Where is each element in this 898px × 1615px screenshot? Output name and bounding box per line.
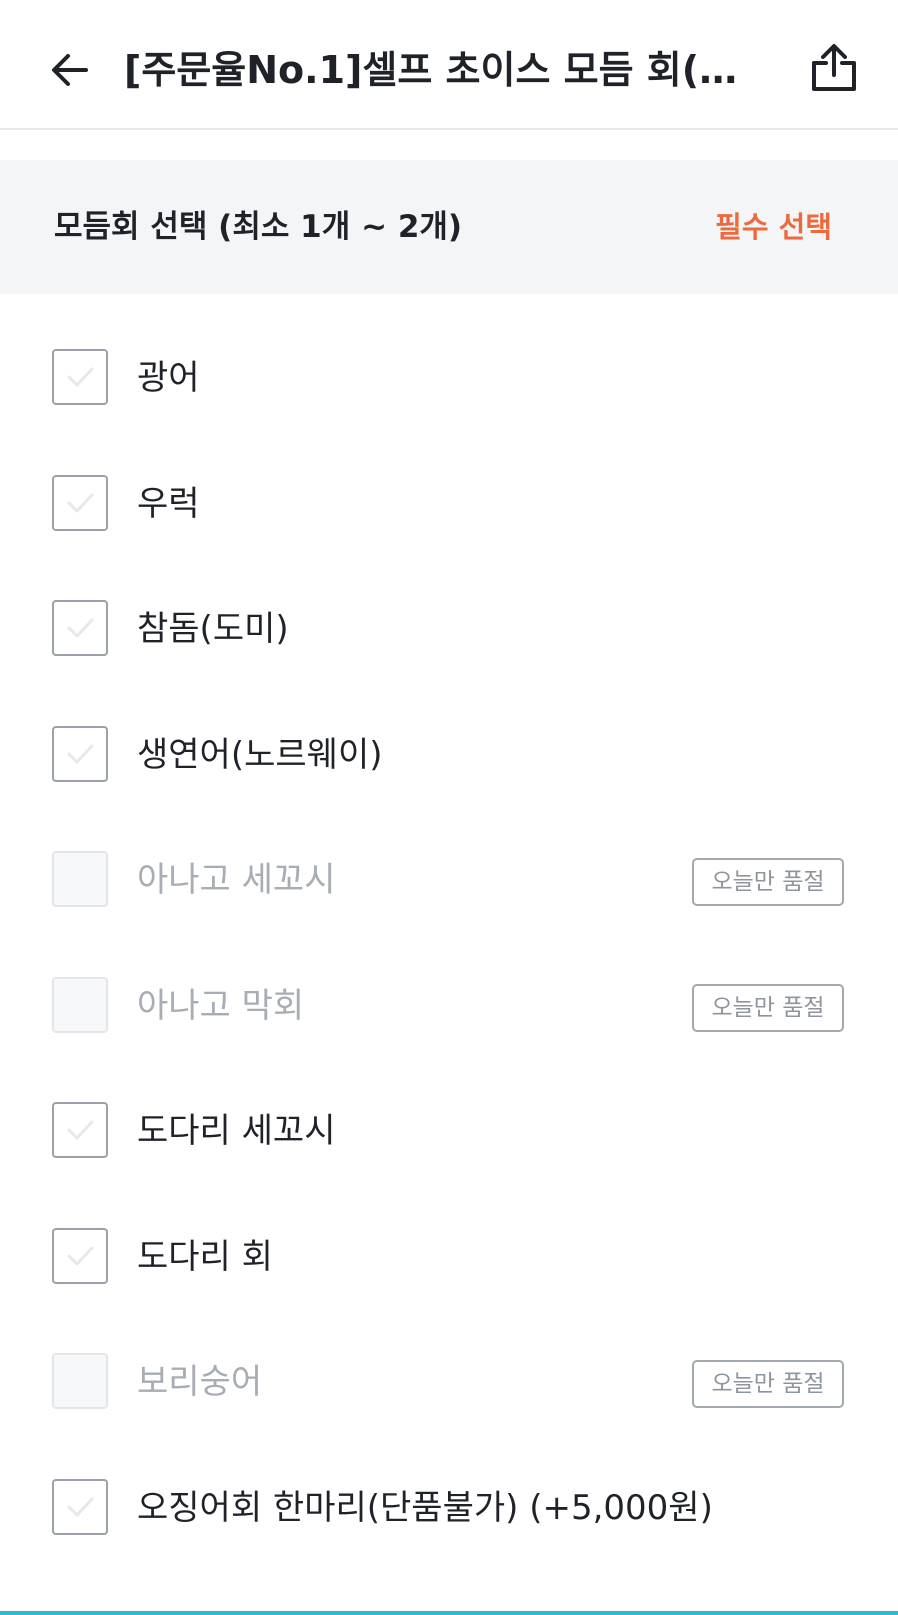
option-label: 오징어회 한마리(단품불가) (+5,000원) <box>137 1487 713 1528</box>
soldout-badge: 오늘만 품절 <box>692 858 844 906</box>
option-label: 도다리 회 <box>137 1236 273 1277</box>
option-checkbox[interactable] <box>52 1478 108 1535</box>
option-item-anago-makhoe: 아나고 막회 오늘만 품절 <box>0 944 898 1070</box>
option-label: 아나고 세꼬시 <box>137 860 336 900</box>
option-group-title: 모듬회 선택 (최소 1개 ~ 2개) <box>54 209 463 245</box>
option-item-gwangeo[interactable]: 광어 <box>0 316 898 442</box>
option-checkbox[interactable] <box>52 474 108 531</box>
option-label: 보리숭어 <box>137 1362 263 1402</box>
check-icon <box>67 744 94 763</box>
option-item-dodari-sekkosi[interactable]: 도다리 세꼬시 <box>0 1069 898 1195</box>
page-title: [주문율No.1]셀프 초이스 모듬 회(대, 중, 소) <box>124 48 764 92</box>
option-checkbox[interactable] <box>52 349 108 405</box>
option-label: 광어 <box>137 358 200 398</box>
option-group-header: 모듬회 선택 (최소 1개 ~ 2개) 필수 선택 <box>0 160 898 294</box>
option-item-bori-sungeo: 보리숭어 오늘만 품절 <box>0 1320 898 1446</box>
check-icon <box>67 1246 94 1265</box>
check-icon <box>67 493 94 512</box>
option-item-dodari-hoe[interactable]: 도다리 회 <box>0 1195 898 1321</box>
option-item-chamdom[interactable]: 참돔(도미) <box>0 567 898 693</box>
option-checkbox-disabled <box>52 976 108 1033</box>
required-badge: 필수 선택 <box>715 210 832 244</box>
share-button[interactable] <box>806 40 862 96</box>
option-label: 생연어(노르웨이) <box>137 734 383 775</box>
option-label: 도다리 세꼬시 <box>137 1111 336 1151</box>
share-icon <box>812 44 856 91</box>
top-nav-bar: [주문율No.1]셀프 초이스 모듬 회(대, 중, 소) <box>0 0 898 130</box>
check-icon <box>67 618 94 638</box>
soldout-badge: 오늘만 품절 <box>692 1360 844 1408</box>
back-button[interactable] <box>44 44 96 96</box>
bottom-accent-bar <box>0 1611 898 1615</box>
check-icon <box>67 367 94 387</box>
option-item-salmon[interactable]: 생연어(노르웨이) <box>0 693 898 819</box>
option-checkbox-disabled <box>52 851 108 907</box>
option-item-anago-sekkosi: 아나고 세꼬시 오늘만 품절 <box>0 818 898 944</box>
option-label: 참돔(도미) <box>137 609 289 649</box>
option-label: 아나고 막회 <box>137 985 305 1026</box>
soldout-badge: 오늘만 품절 <box>692 983 844 1032</box>
option-checkbox[interactable] <box>52 1227 108 1284</box>
option-item-ureok[interactable]: 우럭 <box>0 442 898 568</box>
option-checkbox[interactable] <box>52 725 108 782</box>
option-checkbox[interactable] <box>52 600 108 656</box>
option-checkbox-disabled <box>52 1353 108 1409</box>
option-list: 광어 우럭 참돔(도미) 생연어(노르웨이) 아나고 세꼬시 오늘만 품절 아나… <box>0 316 898 1571</box>
check-icon <box>67 1497 94 1516</box>
option-item-squid[interactable]: 오징어회 한마리(단품불가) (+5,000원) <box>0 1446 898 1572</box>
option-label: 우럭 <box>137 483 200 524</box>
check-icon <box>67 1120 94 1140</box>
arrow-left-icon <box>52 54 88 86</box>
option-checkbox[interactable] <box>52 1102 108 1158</box>
